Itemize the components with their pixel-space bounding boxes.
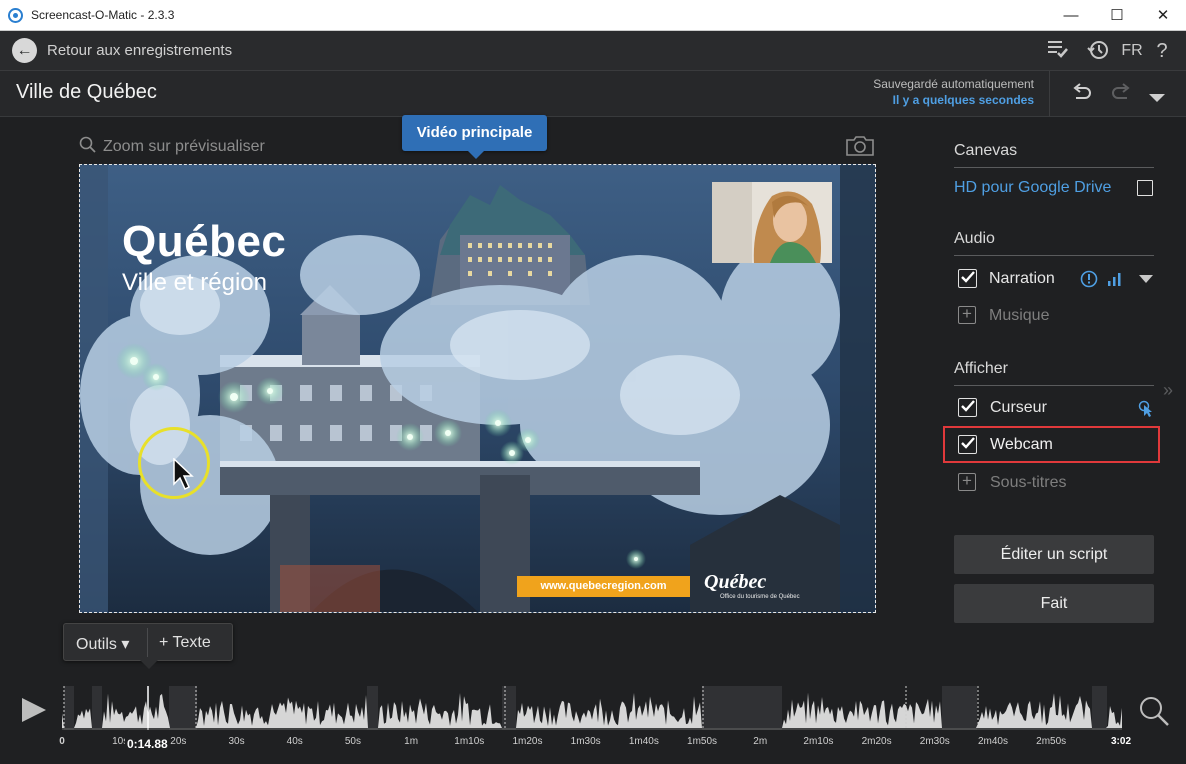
back-arrow-icon: ← [12,38,37,63]
expand-panel-icon[interactable]: » [1163,380,1173,401]
timeline-cut-region [1092,686,1107,730]
timeline-tick-label: 1m20s [512,736,543,747]
history-icon[interactable] [1086,39,1110,63]
add-text-button[interactable]: + Texte [159,634,211,652]
maximize-button[interactable]: ☐ [1094,0,1140,31]
mouse-cursor-icon [173,458,194,491]
main-video-tooltip: Vidéo principale [402,115,547,159]
overlay-subtitle: Ville et région [122,269,267,296]
timeline-cut-region [502,686,516,730]
edit-script-button[interactable]: Éditer un script [954,535,1154,574]
hd-google-drive-label: HD pour Google Drive [954,179,1112,196]
quebec-logo: Québec [704,571,766,594]
project-bar: Ville de Québec Sauvegardé automatiqueme… [0,71,1186,117]
timeline-tick-label: 30s [228,736,245,747]
timeline-tick-label: 1m10s [454,736,485,747]
done-button[interactable]: Fait [954,584,1154,623]
sous-titres-label: Sous-titres [990,474,1067,491]
quebec-logo-text: Québec [704,571,767,593]
back-label: Retour aux enregistrements [47,42,233,59]
webcam-highlight-box [943,426,1160,463]
undo-icon[interactable] [1071,83,1093,109]
timeline-tick-label: 1m30s [570,736,601,747]
chevron-down-icon[interactable] [1139,275,1153,284]
window-title-bar: Screencast-O-Matic - 2.3.3 — ☐ ✕ [0,0,1186,31]
timeline-tick-label: 3:02 [1110,736,1132,747]
webcam-overlay[interactable] [712,182,832,263]
timeline-tick-label: 40s [286,736,303,747]
timeline-tick-label: 2m [753,736,768,747]
timeline-tick-label: 2m10s [803,736,834,747]
narration-label: Narration [989,270,1055,287]
timeline-cut-region [92,686,102,730]
camera-icon[interactable] [845,135,875,162]
add-music-icon: + [958,305,976,324]
chevron-down-icon[interactable] [1148,87,1166,110]
curseur-option[interactable]: Curseur [954,398,1154,420]
divider [1049,71,1050,117]
hd-google-drive-checkbox[interactable] [1137,180,1153,196]
audio-waveform-timeline[interactable] [62,686,1122,730]
help-button[interactable]: ? [1152,39,1172,63]
timeline-tick-label: 2m30s [919,736,950,747]
project-title[interactable]: Ville de Québec [16,81,157,104]
audio-header: Audio [954,230,1154,256]
magnifier-icon [79,136,96,153]
autosave-time: Il y a quelques secondes [892,93,1034,107]
narration-option[interactable]: Narration [954,269,1154,291]
warning-info-icon[interactable] [1080,270,1098,288]
autosave-status: Sauvegardé automatiquement [873,77,1034,91]
canevas-header: Canevas [954,142,1154,168]
app-logo-icon [8,8,23,23]
timeline-tick-label: 1m40s [628,736,659,747]
close-button[interactable]: ✕ [1140,0,1186,31]
divider [147,628,148,657]
window-title: Screencast-O-Matic - 2.3.3 [31,8,175,22]
timeline-tick-label: 0 [59,736,65,747]
timeline-tick-label: 2m40s [977,736,1008,747]
zoom-label: Zoom sur prévisualiser [103,138,265,155]
timeline-tick-label: 1m50s [687,736,718,747]
hd-google-drive-option[interactable]: HD pour Google Drive [954,179,1154,197]
musique-label: Musique [989,307,1050,324]
timeline-cut-region [702,686,782,730]
timeline-tick-label: 20s [170,736,187,747]
cursor-settings-icon[interactable] [1138,400,1154,417]
timeline-cut-region [169,686,197,730]
add-subtitles-icon: + [958,472,976,491]
checklist-icon[interactable] [1046,39,1070,63]
timeline-cut-region [942,686,977,730]
timeline-tick-label: 50s [344,736,361,747]
curseur-checkbox[interactable] [958,398,977,417]
narration-checkbox[interactable] [958,269,977,288]
minimize-button[interactable]: — [1048,0,1094,31]
overlay-title: Québec [122,217,287,266]
tools-toolbar: Outils ▾ + Texte [63,623,233,669]
zoom-preview[interactable]: Zoom sur prévisualiser [79,136,265,156]
afficher-header: Afficher [954,360,1154,386]
redo-icon[interactable] [1110,83,1132,109]
timeline-ruler: 0 10s 20s 30s 40s 50s 1m 1m10s 1m20s 1m30s 1m40s 1m… [0,736,1186,750]
audio-level-icon [1108,273,1121,286]
video-preview[interactable]: Québec Ville et région www.quebecregion.… [79,164,876,613]
language-button[interactable]: FR [1120,39,1144,63]
outils-dropdown[interactable]: Outils ▾ [76,634,129,654]
curseur-label: Curseur [990,399,1047,416]
timeline-tick-label: 2m20s [861,736,892,747]
timeline-tick-label: 1m [404,736,419,747]
timeline-cut-region [64,686,74,730]
timeline-cut-region [367,686,378,730]
current-time: 0:14.88 [125,737,170,751]
webcam-person-image [712,182,832,263]
timeline-zoom-search-icon[interactable] [1137,694,1171,728]
url-banner: www.quebecregion.com [517,576,690,597]
quebec-logo-subtext: Office du tourisme de Québec [720,594,800,600]
timeline-tick-label: 2m50s [1036,736,1067,747]
navigation-bar: ← Retour aux enregistrements FR ? [0,31,1186,71]
play-button[interactable] [20,696,48,724]
